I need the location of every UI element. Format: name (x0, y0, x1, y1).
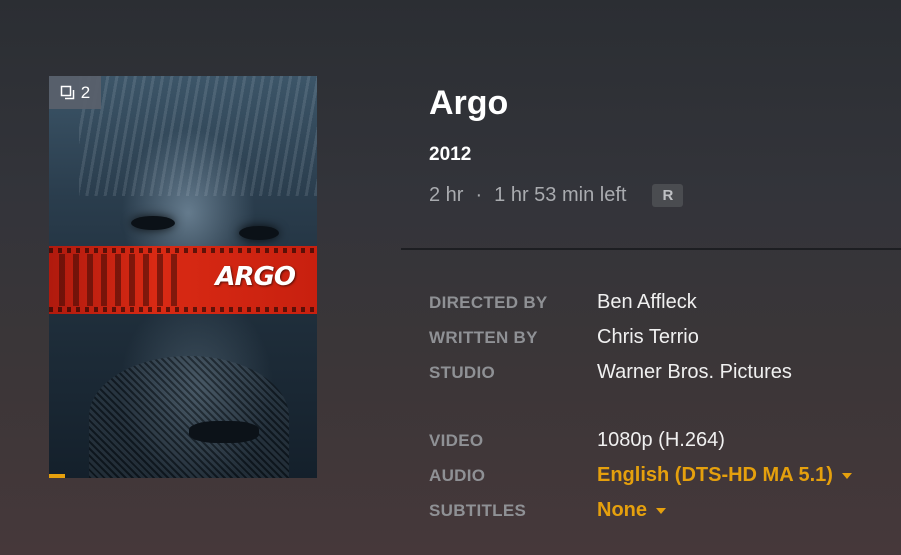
poster-title: ARGO (215, 262, 296, 292)
poster-title-band: ARGO (49, 246, 317, 314)
poster-left-eye (131, 216, 175, 230)
movie-year: 2012 (429, 144, 472, 165)
audio-value: English (DTS-HD MA 5.1) (597, 464, 833, 486)
stack-icon (60, 85, 75, 99)
writer-label: WRITTEN BY (429, 328, 538, 347)
section-divider (401, 248, 901, 250)
audio-label: AUDIO (429, 466, 486, 485)
subtitles-value: None (597, 499, 647, 521)
watch-progress-bar (49, 474, 66, 478)
stack-count: 2 (80, 82, 91, 102)
studio-label: STUDIO (429, 363, 496, 382)
poster-hair-texture (79, 76, 317, 196)
media-row-audio: AUDIO English (DTS-HD MA 5.1) (429, 464, 852, 487)
chevron-down-icon (656, 507, 666, 514)
film-strip-bottom (49, 307, 317, 312)
movie-poster[interactable]: ARGO 2 (49, 76, 317, 478)
video-label: VIDEO (429, 431, 484, 450)
subtitles-select[interactable]: None (597, 499, 666, 522)
stack-count-badge: 2 (49, 76, 101, 109)
poster-figures (59, 254, 179, 306)
media-row-subtitles: SUBTITLES None (429, 499, 666, 522)
duration: 2 hr (429, 184, 464, 206)
meta-separator: · (475, 184, 483, 206)
director-value[interactable]: Ben Affleck (597, 291, 697, 314)
video-value: 1080p (H.264) (597, 429, 725, 451)
film-strip-top (49, 248, 317, 253)
media-row-video: VIDEO 1080p (H.264) (429, 429, 725, 452)
movie-title: Argo (429, 84, 509, 122)
subtitles-label: SUBTITLES (429, 501, 527, 520)
writer-value[interactable]: Chris Terrio (597, 326, 699, 349)
credit-row-director: DIRECTED BY Ben Affleck (429, 291, 697, 314)
chevron-down-icon (841, 472, 852, 479)
poster-right-eye (239, 226, 279, 240)
poster-mouth (189, 421, 259, 443)
movie-meta: 2 hr · 1 hr 53 min left R (429, 184, 684, 207)
director-label: DIRECTED BY (429, 293, 548, 312)
credit-row-writer: WRITTEN BY Chris Terrio (429, 326, 699, 349)
credit-row-studio: STUDIO Warner Bros. Pictures (429, 361, 792, 384)
audio-select[interactable]: English (DTS-HD MA 5.1) (597, 464, 852, 487)
poster-beard (89, 356, 289, 478)
time-left: 1 hr 53 min left (494, 184, 627, 206)
studio-value[interactable]: Warner Bros. Pictures (597, 361, 792, 384)
content-rating-badge: R (652, 184, 684, 207)
